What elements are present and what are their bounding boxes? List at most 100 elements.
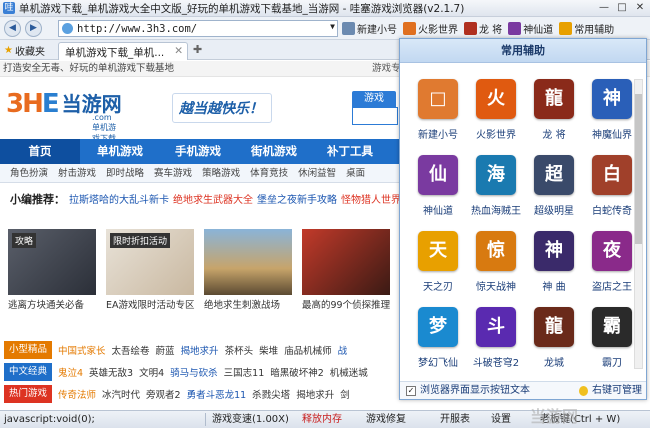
thumb-card[interactable]: 攻略 xyxy=(8,229,96,295)
nav-item-2[interactable]: 手机游戏 xyxy=(160,139,236,164)
subnav-item[interactable]: 角色扮演 xyxy=(10,164,48,182)
app-13[interactable]: 斗斗破苍穹2 xyxy=(466,307,526,369)
app-9[interactable]: 惊惊天战神 xyxy=(466,231,526,293)
row-link[interactable]: 中国式家长 xyxy=(58,343,106,357)
row-link[interactable]: 柴堆 xyxy=(259,343,278,357)
search-tab[interactable]: 游戏 xyxy=(352,91,396,107)
recommend-link[interactable]: 怪物猎人世界MOD大 xyxy=(341,195,400,206)
row-link[interactable]: 战 xyxy=(338,343,348,357)
search-input[interactable] xyxy=(352,107,398,125)
row-tag: 热门游戏 xyxy=(4,385,52,403)
new-tab-icon[interactable]: ✚ xyxy=(193,43,202,56)
quicklink-4[interactable]: 常用辅助 xyxy=(559,21,614,36)
thumb-card[interactable]: 限时折扣活动 xyxy=(106,229,194,295)
nav-item-1[interactable]: 单机游戏 xyxy=(80,139,160,164)
thumb-caption[interactable]: 逃离方块通关必备 xyxy=(8,297,84,311)
row-link[interactable]: 剑 xyxy=(340,387,350,401)
nav-item-3[interactable]: 街机游戏 xyxy=(236,139,312,164)
status-sep xyxy=(205,413,206,426)
subnav-item[interactable]: 即时战略 xyxy=(106,164,144,182)
maximize-button[interactable]: □ xyxy=(614,1,630,15)
recommend-link[interactable]: 拉斯塔哈的大乱斗新卡 xyxy=(69,195,169,206)
app-4[interactable]: 仙神仙道 xyxy=(408,155,468,217)
free-memory-button[interactable]: 释放内存 xyxy=(302,411,342,428)
row-link[interactable]: 茶杯头 xyxy=(225,343,254,357)
repair-button[interactable]: 游戏修复 xyxy=(366,411,406,428)
app-label: 盗店之王 xyxy=(592,282,632,293)
scroll-thumb[interactable] xyxy=(635,94,642,244)
panel-scrollbar[interactable] xyxy=(634,79,643,369)
app-3[interactable]: 神神魔仙界 xyxy=(582,79,642,141)
app-14[interactable]: 龍龙城 xyxy=(524,307,584,369)
thumb-caption[interactable]: 最高的99个侦探推理 xyxy=(302,297,390,311)
back-icon[interactable]: ◀ xyxy=(4,19,21,37)
row-link[interactable]: 机械迷城 xyxy=(330,365,368,379)
thumb-caption[interactable]: EA游戏限时活动专区 xyxy=(106,297,195,311)
row-link[interactable]: 蔚蓝 xyxy=(156,343,175,357)
row-link[interactable]: 骑马与砍杀 xyxy=(170,365,218,379)
server-list-button[interactable]: 开服表 xyxy=(440,411,470,428)
app-1[interactable]: 火火影世界 xyxy=(466,79,526,141)
row-link[interactable]: 揭地求升 xyxy=(296,387,334,401)
strip-right-text[interactable]: 游戏专 xyxy=(372,61,401,77)
row-link[interactable]: 庙品机械师 xyxy=(284,343,332,357)
row-link[interactable]: 传奇法师 xyxy=(58,387,96,401)
tab-close-icon[interactable]: ✕ xyxy=(174,45,183,57)
subnav-item[interactable]: 休闲益智 xyxy=(298,164,336,182)
app-label: 梦幻飞仙 xyxy=(418,358,458,369)
app-7[interactable]: 白白蛇传奇 xyxy=(582,155,642,217)
close-button[interactable]: ✕ xyxy=(632,1,648,15)
minimize-button[interactable]: — xyxy=(596,1,612,15)
quicklink-0[interactable]: 新建小号 xyxy=(342,21,397,36)
row-link[interactable]: 暗黑破坏神2 xyxy=(270,365,324,379)
favorites-button[interactable]: ★ 收藏夹 xyxy=(4,43,45,58)
app-5[interactable]: 海热血海贼王 xyxy=(466,155,526,217)
subnav-item[interactable]: 赛车游戏 xyxy=(154,164,192,182)
app-8[interactable]: 天天之刃 xyxy=(408,231,468,293)
settings-button[interactable]: 设置 xyxy=(491,411,511,428)
row-link[interactable]: 三国志11 xyxy=(224,365,265,379)
forward-icon[interactable]: ▶ xyxy=(25,19,42,37)
quicklink-1[interactable]: 火影世界 xyxy=(403,21,458,36)
app-0[interactable]: □ 新建小号 xyxy=(408,79,468,141)
show-text-checkbox[interactable]: ✓ xyxy=(406,386,416,396)
row-link[interactable]: 英雄无敌3 xyxy=(89,365,133,379)
app-6[interactable]: 超超级明星 xyxy=(524,155,584,217)
subnav-item[interactable]: 策略游戏 xyxy=(202,164,240,182)
row-link[interactable]: 旁观者2 xyxy=(146,387,181,401)
recommend-link[interactable]: 堡垒之夜新手攻略 xyxy=(257,195,337,206)
row-link[interactable]: 太吾绘卷 xyxy=(112,343,150,357)
app-label: 热血海贼王 xyxy=(471,206,521,217)
thumb-card[interactable] xyxy=(204,229,292,295)
recommend-link[interactable]: 绝地求生武器大全 xyxy=(173,195,253,206)
row-link[interactable]: 冰汽时代 xyxy=(102,387,140,401)
nav-item-4[interactable]: 补丁工具 xyxy=(312,139,388,164)
site-logo[interactable]: 3H E 当游网 .com 单机游戏下载 xyxy=(6,89,122,143)
app-15[interactable]: 霸霸刀 xyxy=(582,307,642,369)
row-link[interactable]: 鬼泣4 xyxy=(58,365,83,379)
speed-button[interactable]: 游戏变速(1.00X) xyxy=(212,411,289,428)
window-title: 单机游戏下载_单机游戏大全中文版_好玩的单机游戏下载基地_当游网 - 哇塞游戏浏… xyxy=(19,2,465,15)
nav-item-0[interactable]: 首页 xyxy=(0,139,80,164)
editor-recommend: 小编推荐： 拉斯塔哈的大乱斗新卡绝地求生武器大全堡垒之夜新手攻略怪物猎人世界MOD… xyxy=(0,191,400,209)
row-link[interactable]: 勇者斗恶龙11 xyxy=(187,387,247,401)
thumb-caption[interactable]: 绝地求生刺激战场 xyxy=(204,297,280,311)
quicklink-3[interactable]: 神仙道 xyxy=(508,21,553,36)
show-text-label[interactable]: 浏览器界面显示按钮文本 xyxy=(420,382,530,400)
app-icon: 天 xyxy=(418,231,458,271)
row-link[interactable]: 杀戮尖塔 xyxy=(252,387,290,401)
quicklink-2[interactable]: 龙 将 xyxy=(464,21,502,36)
app-11[interactable]: 夜盗店之王 xyxy=(582,231,642,293)
row-link[interactable]: 揭地求升 xyxy=(181,343,219,357)
subnav-item[interactable]: 体育竞技 xyxy=(250,164,288,182)
thumb-card[interactable] xyxy=(302,229,390,295)
url-input[interactable]: http://www.3h3.com/ ▼ xyxy=(58,20,338,37)
tab-active[interactable]: 单机游戏下载_单机... ✕ xyxy=(58,42,188,60)
app-12[interactable]: 梦梦幻飞仙 xyxy=(408,307,468,369)
subnav-item[interactable]: 桌面 xyxy=(346,164,365,182)
row-link[interactable]: 文明4 xyxy=(139,365,164,379)
app-10[interactable]: 神神 曲 xyxy=(524,231,584,293)
url-dropdown-icon[interactable]: ▼ xyxy=(330,22,335,31)
subnav-item[interactable]: 射击游戏 xyxy=(58,164,96,182)
app-2[interactable]: 龍龙 将 xyxy=(524,79,584,141)
